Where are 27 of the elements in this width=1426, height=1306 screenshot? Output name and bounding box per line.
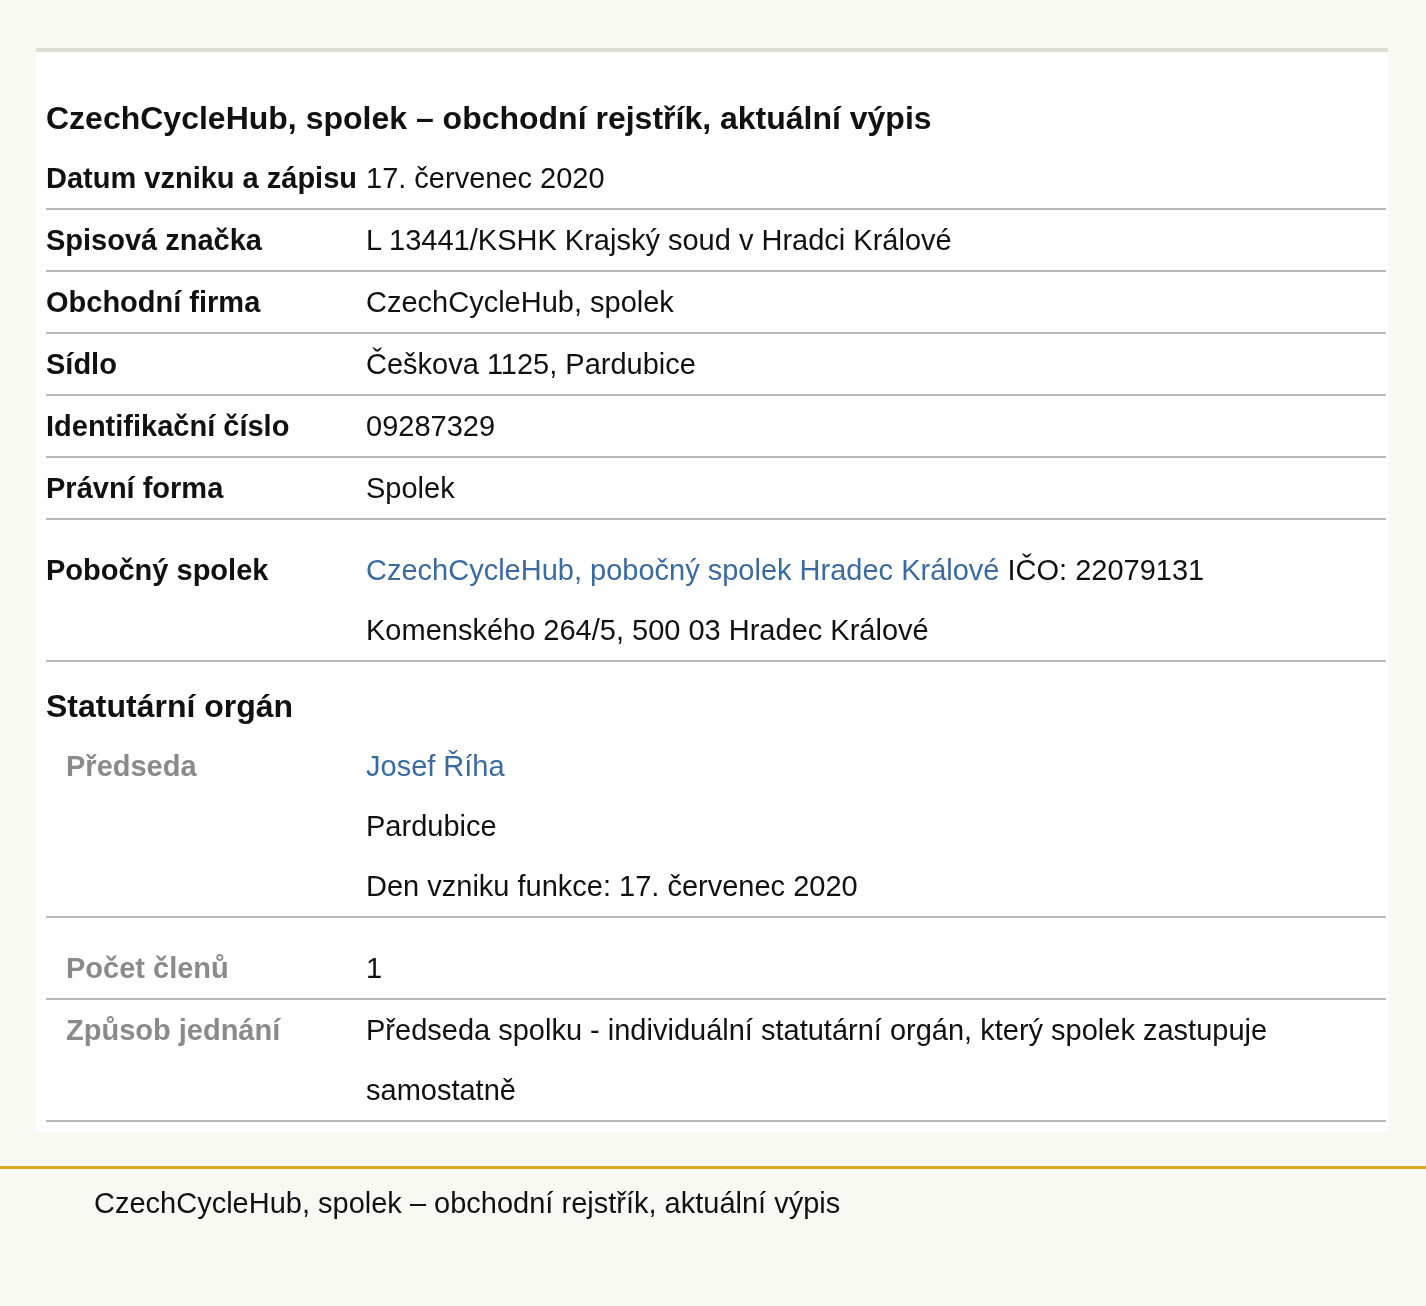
field-value: 17. červenec 2020 (366, 162, 605, 194)
field-value: 09287329 (366, 410, 496, 442)
field-value: Spolek (366, 472, 455, 504)
field-value: Den vzniku funkce: 17. červenec 2020 (366, 870, 858, 902)
field-value: 1 (366, 952, 383, 984)
field-value: Češkova 1125, Pardubice (366, 348, 696, 380)
field-label: Způsob jednání (65, 1013, 282, 1048)
field-value: IČO: 22079131 (1007, 554, 1205, 586)
link[interactable]: CzechCycleHub, pobočný spolek Hradec Králové (366, 554, 1000, 586)
field-label: Obchodní firma (46, 285, 262, 320)
link[interactable]: Josef Říha (366, 750, 505, 782)
field-value: Komenského 264/5, 500 03 Hradec Králové (366, 614, 929, 646)
field-label: Právní forma (46, 471, 225, 506)
field-label: Sídlo (46, 347, 118, 382)
field-label: Počet členů (65, 951, 230, 986)
page-title: CzechCycleHub, spolek – obchodní rejstřík, aktuální výpis (46, 99, 933, 138)
footer-text: CzechCycleHub, spolek – obchodní rejstřík, aktuální výpis (94, 1187, 841, 1219)
field-value: L 13441/KSHK Krajský soud v Hradci Králové (366, 224, 952, 256)
field-label: Datum vzniku a zápisu (46, 161, 358, 196)
section-heading: Statutární orgán (46, 687, 295, 726)
field-label: Spisová značka (46, 223, 263, 258)
field-label: Předseda (65, 749, 198, 784)
field-value: CzechCycleHub, spolek (366, 286, 674, 318)
field-value: Předseda spolku - individuální statutární orgán, který spolek zastupuje samostatně (366, 1014, 1268, 1106)
field-label: Identifikační číslo (46, 409, 291, 444)
field-label: Pobočný spolek (46, 553, 270, 588)
field-value: Pardubice (366, 810, 497, 842)
